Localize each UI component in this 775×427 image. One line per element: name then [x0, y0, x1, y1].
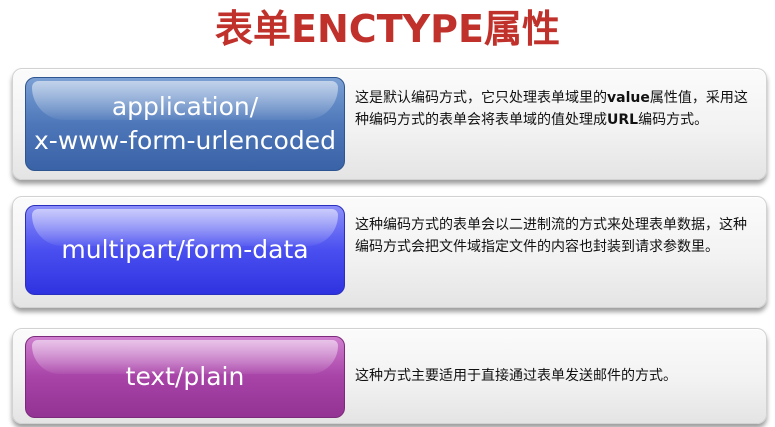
enctype-description-text-plain: 这种方式主要适用于直接通过表单发送邮件的方式。 [355, 368, 677, 384]
enctype-description-multipart: 这种编码方式的表单会以二进制流的方式来处理表单数据，这种编码方式会把文件域指定文… [355, 217, 747, 255]
enctype-label-text: text/plain [125, 362, 245, 391]
desc-keyword-value: value [607, 90, 650, 106]
page-title: 表单ENCTYPE属性 [215, 7, 560, 51]
enctype-row-text-plain: text/plain 这种方式主要适用于直接通过表单发送邮件的方式。 [12, 328, 767, 424]
enctype-label-text: application/ x-www-form-urlencoded [34, 90, 336, 158]
enctype-label-text-plain: text/plain [25, 336, 345, 418]
enctype-description-urlencoded: 这是默认编码方式，它只处理表单域里的value属性值，采用这种编码方式的表单会将… [355, 87, 755, 131]
enctype-label-multipart: multipart/form-data [25, 205, 345, 295]
enctype-label-text: multipart/form-data [61, 235, 309, 264]
desc-text: 这是默认编码方式，它只处理表单域里的 [355, 90, 607, 106]
enctype-label-urlencoded: application/ x-www-form-urlencoded [25, 77, 345, 171]
enctype-row-urlencoded: application/ x-www-form-urlencoded 这是默认编… [12, 68, 767, 180]
desc-text: 编码方式。 [638, 112, 709, 128]
enctype-row-multipart: multipart/form-data 这种编码方式的表单会以二进制流的方式来处… [12, 196, 767, 308]
enctype-label-line-1: application/ [111, 92, 259, 121]
enctype-label-line-2: x-www-form-urlencoded [34, 126, 336, 155]
desc-keyword-url: URL [607, 112, 639, 128]
